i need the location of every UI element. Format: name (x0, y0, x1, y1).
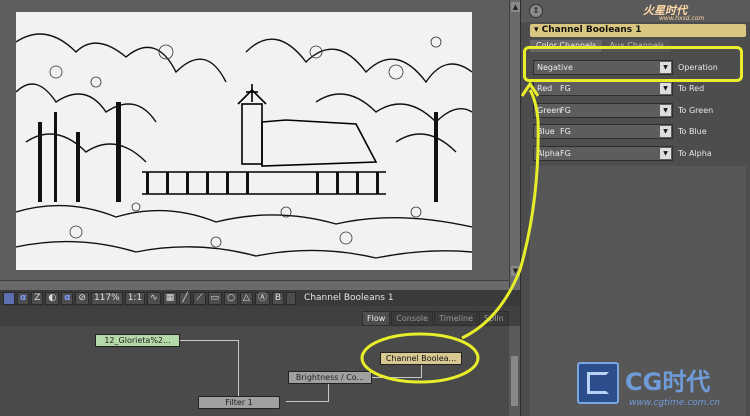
tool-header[interactable]: ▾ Channel Booleans 1 (530, 24, 746, 37)
flow-canvas[interactable]: 12_Glorieta%2... Brightness / Co... Filt… (0, 326, 509, 416)
b-buffer-button[interactable]: B (271, 291, 285, 305)
red-select[interactable]: Red FG ▼ (533, 81, 673, 96)
curve-tool-icon[interactable]: ∿ (147, 291, 161, 305)
viewer-toolbar: α Z ◐ α ⊘ 117% 1:1 ∿ ▦ ╱ ⟋ ▭ ○ △ Ⓐ B Cha… (0, 290, 520, 306)
tab-spline[interactable]: Splin (479, 311, 509, 326)
polyline-tool-icon[interactable]: ⟋ (193, 291, 206, 305)
grid-tool-icon[interactable]: ▦ (162, 291, 178, 305)
cg-watermark: CG时代 www.cgtime.com.cn (575, 358, 750, 416)
green-select[interactable]: Green FG ▼ (533, 103, 673, 118)
red-row: Red FG ▼ To Red (533, 81, 743, 97)
to-alpha-label: To Alpha (678, 149, 712, 158)
alpha-select[interactable]: Alpha FG ▼ (533, 146, 673, 161)
z-channel-button[interactable]: Z (31, 291, 44, 305)
ab-compare-icon[interactable]: Ⓐ (254, 291, 270, 305)
color-swatch-icon[interactable] (286, 291, 297, 305)
dropdown-arrow-icon[interactable]: ▼ (660, 148, 671, 159)
green-row: Green FG ▼ To Green (533, 103, 743, 119)
tab-timeline[interactable]: Timeline (434, 311, 479, 326)
circle-tool-icon[interactable]: ○ (224, 291, 238, 305)
dropdown-arrow-icon[interactable]: ▼ (660, 83, 671, 94)
blue-select[interactable]: Blue FG ▼ (533, 124, 673, 139)
rectangle-tool-icon[interactable]: ▭ (207, 291, 223, 305)
alpha-channel-button[interactable]: α (17, 291, 30, 305)
expand-arrow-icon: ▾ (534, 25, 542, 35)
tool-title: Channel Booleans 1 (541, 25, 642, 35)
cg-logo-text: CG时代 (625, 368, 711, 396)
cg-logo-icon (577, 362, 619, 404)
dropdown-arrow-icon[interactable]: ▼ (660, 105, 671, 116)
flow-panel: Flow Console Timeline Splin 12_Glorieta%… (0, 306, 520, 416)
tab-console[interactable]: Console (391, 311, 434, 326)
viewer-vertical-scrollbar[interactable]: ▲ ▼ (509, 0, 520, 290)
flow-vertical-scrollbar[interactable] (509, 326, 520, 416)
viewer-tool-name: Channel Booleans 1 (304, 293, 394, 303)
triangle-tool-icon[interactable]: △ (239, 291, 253, 305)
pan-icon[interactable]: ⊘ (75, 291, 89, 305)
line-tool-icon[interactable]: ╱ (179, 291, 192, 305)
zoom-level[interactable]: 117% (90, 291, 123, 305)
tab-flow[interactable]: Flow (362, 311, 391, 326)
control-panel-top: ⇕ 火星时代 www.hxsd.com (521, 0, 750, 22)
viewer-horizontal-scrollbar[interactable] (0, 280, 509, 290)
viewer-panel: ▲ ▼ (0, 0, 520, 290)
color-channel-button[interactable] (3, 291, 15, 305)
to-blue-label: To Blue (678, 127, 707, 136)
to-red-label: To Red (678, 84, 705, 93)
top-watermark-url: www.hxsd.com (659, 15, 705, 22)
lut-icon[interactable]: ◐ (45, 291, 60, 305)
ratio-button[interactable]: 1:1 (124, 291, 146, 305)
to-green-label: To Green (678, 106, 714, 115)
dropdown-arrow-icon[interactable]: ▼ (660, 126, 671, 137)
flow-tab-bar: Flow Console Timeline Splin (362, 311, 509, 326)
alpha-toggle-button[interactable]: α (61, 291, 74, 305)
scroll-up-icon[interactable]: ▲ (511, 2, 520, 12)
blue-row: Blue FG ▼ To Blue (533, 124, 743, 140)
collapse-icon[interactable]: ⇕ (529, 4, 543, 18)
operation-highlight-box (523, 46, 743, 82)
viewer-image[interactable] (16, 12, 472, 270)
alpha-row: Alpha FG ▼ To Alpha (533, 146, 743, 162)
cg-logo-url: www.cgtime.com.cn (629, 398, 720, 408)
flow-highlight-circle (360, 332, 480, 384)
scroll-down-icon[interactable]: ▼ (511, 266, 520, 276)
